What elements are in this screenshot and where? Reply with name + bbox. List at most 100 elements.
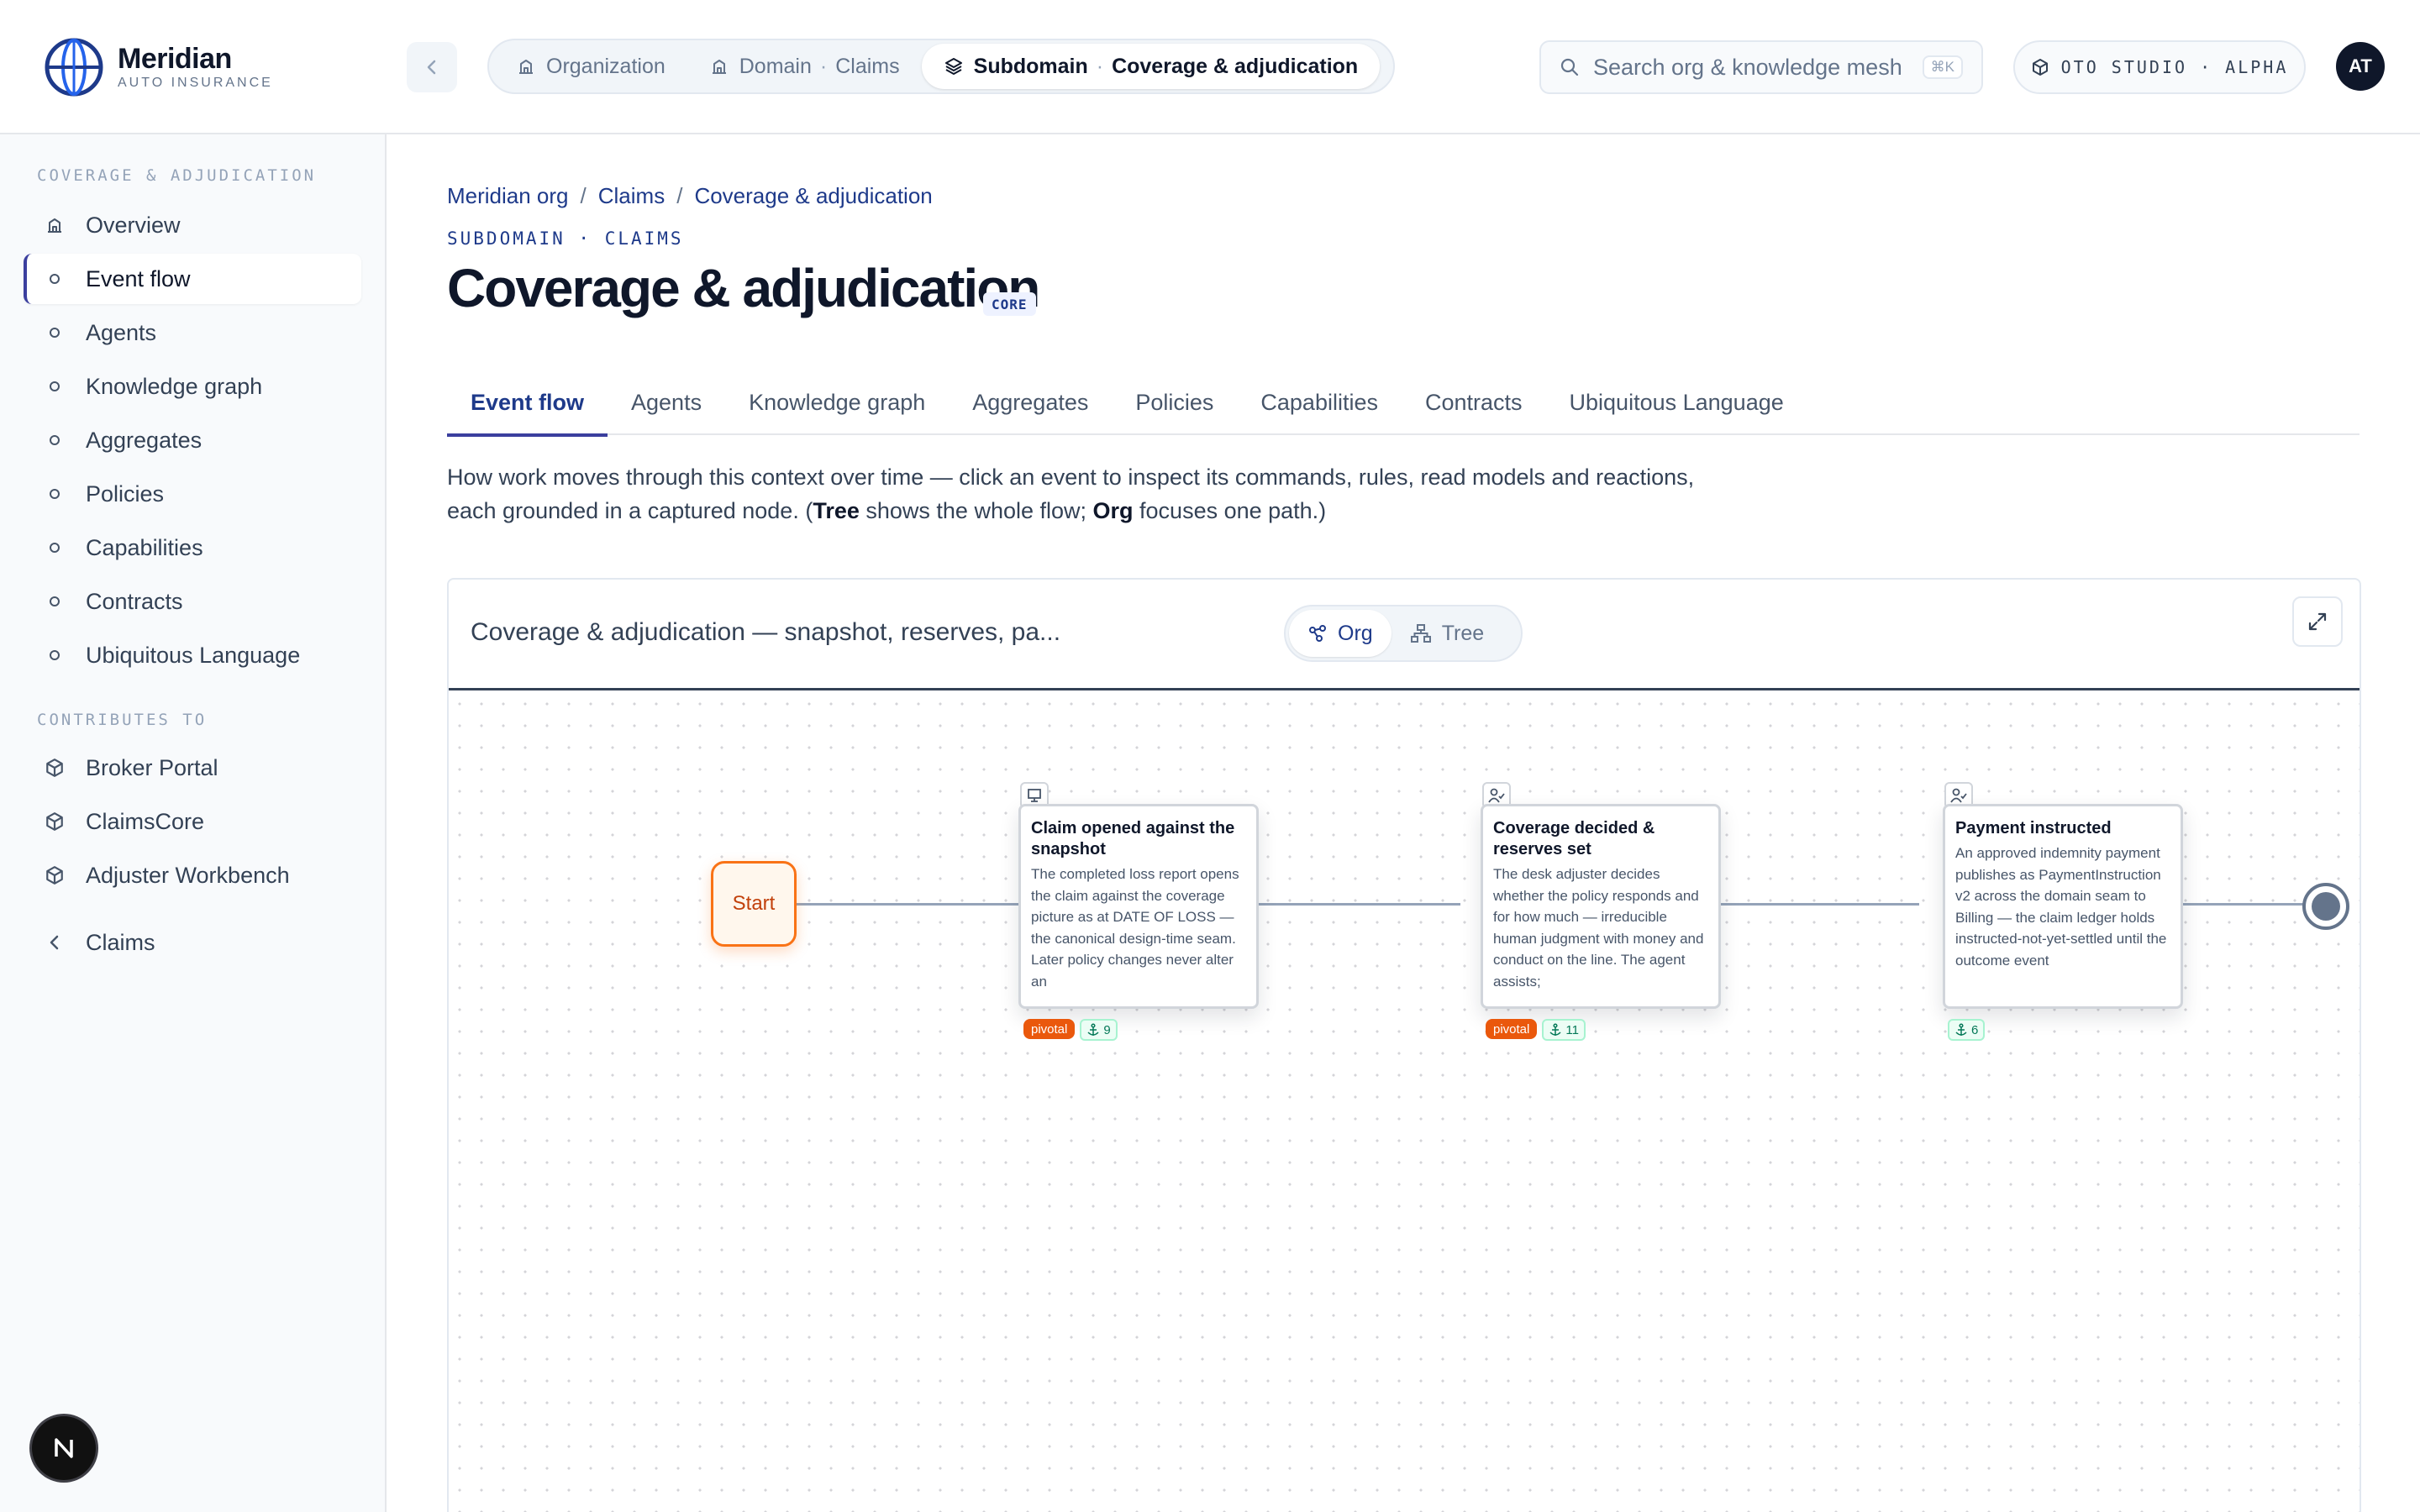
collapse-sidebar-button[interactable] bbox=[407, 42, 457, 92]
circle-icon bbox=[44, 322, 66, 344]
anchor-icon bbox=[1955, 1023, 1967, 1036]
tab-capabilities[interactable]: Capabilities bbox=[1237, 370, 1402, 435]
tab-bar: Event flow Agents Knowledge graph Aggreg… bbox=[447, 370, 2360, 437]
avatar[interactable]: AT bbox=[2336, 42, 2385, 91]
sidebar-item-label: Event flow bbox=[86, 265, 191, 291]
search-placeholder: Search org & knowledge mesh bbox=[1593, 54, 1902, 80]
studio-badge[interactable]: OTO STUDIO · ALPHA bbox=[2013, 40, 2306, 94]
sidebar-item-label: Aggregates bbox=[86, 427, 203, 453]
chevron-left-icon bbox=[44, 932, 66, 953]
tab-knowledge-graph[interactable]: Knowledge graph bbox=[725, 370, 949, 435]
sidebar-item-capabilities[interactable]: Capabilities bbox=[24, 522, 361, 573]
separator: · bbox=[819, 54, 828, 78]
cube-icon bbox=[44, 811, 66, 832]
share-nodes-icon bbox=[1309, 625, 1326, 642]
tab-ubiquitous-language[interactable]: Ubiquitous Language bbox=[1546, 370, 1807, 435]
sidebar-back-link[interactable]: Claims bbox=[24, 917, 361, 968]
sidebar-item-overview[interactable]: Overview bbox=[24, 200, 361, 250]
scope-organization[interactable]: Organization bbox=[494, 44, 687, 89]
breadcrumb-link[interactable]: Coverage & adjudication bbox=[694, 183, 932, 209]
sidebar-item-label: Knowledge graph bbox=[86, 373, 263, 399]
event-tags: pivotal 9 bbox=[1023, 1019, 1118, 1041]
scope-subdomain-label: Subdomain bbox=[973, 54, 1088, 78]
scope-switcher: Organization Domain · Claims Subdomain ·… bbox=[487, 39, 1395, 94]
sidebar-item-ubiquitous-language[interactable]: Ubiquitous Language bbox=[24, 630, 361, 680]
tab-contracts[interactable]: Contracts bbox=[1402, 370, 1546, 435]
building-icon bbox=[519, 60, 533, 74]
top-bar: Meridian AUTO INSURANCE Organization Dom… bbox=[0, 0, 2420, 134]
anchor-count-badge: 11 bbox=[1542, 1019, 1586, 1041]
event-description: An approved indemnity payment publishes … bbox=[1955, 845, 2167, 969]
sidebar-item-label: Policies bbox=[86, 480, 165, 507]
toggle-org-label: Org bbox=[1338, 621, 1373, 645]
event-node[interactable]: Claim opened against the snapshot The co… bbox=[1018, 804, 1259, 1009]
toggle-tree[interactable]: Tree bbox=[1392, 610, 1502, 657]
tab-agents[interactable]: Agents bbox=[608, 370, 725, 435]
globe-logo-icon bbox=[45, 38, 103, 97]
hierarchy-icon bbox=[1410, 624, 1431, 643]
expand-icon bbox=[2308, 612, 2327, 631]
sidebar-section-heading: COVERAGE & ADJUDICATION bbox=[37, 166, 317, 185]
cube-icon bbox=[44, 864, 66, 886]
sidebar-item-label: Contracts bbox=[86, 588, 183, 614]
event-tags: 6 bbox=[1948, 1019, 1986, 1041]
anchor-count-badge: 9 bbox=[1080, 1019, 1118, 1041]
breadcrumb-link[interactable]: Meridian org bbox=[447, 183, 569, 209]
sidebar-item-broker-portal[interactable]: Broker Portal bbox=[24, 743, 361, 793]
scope-domain[interactable]: Domain · Claims bbox=[687, 44, 922, 89]
breadcrumb-link[interactable]: Claims bbox=[598, 183, 665, 209]
anchor-count: 11 bbox=[1565, 1022, 1579, 1037]
flow-edge bbox=[1701, 903, 1919, 906]
sidebar-section-heading: CONTRIBUTES TO bbox=[37, 711, 208, 729]
tab-event-flow[interactable]: Event flow bbox=[447, 370, 608, 437]
next-devtools-icon[interactable] bbox=[32, 1416, 96, 1480]
sidebar-item-claimscore[interactable]: ClaimsCore bbox=[24, 796, 361, 847]
search-input[interactable]: Search org & knowledge mesh ⌘K bbox=[1539, 40, 1983, 94]
sidebar-item-contracts[interactable]: Contracts bbox=[24, 576, 361, 627]
flow-canvas[interactable]: Start Claim opened against the snapshot … bbox=[449, 693, 2360, 1512]
separator: · bbox=[1096, 54, 1104, 78]
breadcrumb-separator: / bbox=[580, 183, 587, 208]
circle-icon bbox=[44, 429, 66, 451]
sidebar-item-agents[interactable]: Agents bbox=[24, 307, 361, 358]
brand[interactable]: Meridian AUTO INSURANCE bbox=[44, 37, 273, 97]
sidebar-item-aggregates[interactable]: Aggregates bbox=[24, 415, 361, 465]
circle-icon bbox=[44, 591, 66, 612]
scope-subdomain-value: Coverage & adjudication bbox=[1112, 54, 1359, 78]
sidebar-item-event-flow[interactable]: Event flow bbox=[24, 254, 361, 304]
scope-subdomain[interactable]: Subdomain · Coverage & adjudication bbox=[921, 44, 1381, 89]
start-node[interactable]: Start bbox=[711, 861, 797, 947]
anchor-icon bbox=[1087, 1023, 1099, 1036]
expand-button[interactable] bbox=[2292, 596, 2343, 647]
pivotal-badge: pivotal bbox=[1023, 1019, 1076, 1039]
studio-label: OTO STUDIO · ALPHA bbox=[2060, 57, 2289, 77]
sidebar-item-knowledge-graph[interactable]: Knowledge graph bbox=[24, 361, 361, 412]
event-node[interactable]: Payment instructed An approved indemnity… bbox=[1943, 804, 2183, 1009]
layers-icon bbox=[944, 58, 962, 75]
search-icon bbox=[1560, 58, 1579, 76]
event-description: The desk adjuster decides whether the po… bbox=[1493, 866, 1704, 990]
sidebar-item-policies[interactable]: Policies bbox=[24, 469, 361, 519]
event-node[interactable]: Coverage decided & reserves set The desk… bbox=[1481, 804, 1721, 1009]
toggle-org[interactable]: Org bbox=[1289, 610, 1392, 657]
status-badge: CORE bbox=[983, 292, 1036, 316]
sidebar-item-adjuster-workbench[interactable]: Adjuster Workbench bbox=[24, 850, 361, 900]
event-flow-panel: Coverage & adjudication — snapshot, rese… bbox=[447, 578, 2361, 1512]
search-shortcut: ⌘K bbox=[1922, 55, 1963, 79]
end-node[interactable] bbox=[2302, 883, 2349, 930]
sidebar-back-label: Claims bbox=[86, 929, 155, 955]
tab-aggregates[interactable]: Aggregates bbox=[949, 370, 1112, 435]
event-title: Claim opened against the snapshot bbox=[1031, 819, 1235, 858]
cube-icon bbox=[2032, 59, 2048, 76]
sidebar-item-label: Ubiquitous Language bbox=[86, 642, 301, 668]
anchor-count: 6 bbox=[1971, 1022, 1979, 1037]
tab-policies[interactable]: Policies bbox=[1112, 370, 1237, 435]
circle-icon bbox=[44, 483, 66, 505]
event-tags: pivotal 11 bbox=[1486, 1019, 1586, 1041]
circle-icon bbox=[44, 644, 66, 666]
page-kicker: SUBDOMAIN · CLAIMS bbox=[447, 228, 684, 249]
building-icon bbox=[44, 214, 66, 236]
event-description: The completed loss report opens the clai… bbox=[1031, 866, 1239, 990]
flow-edge bbox=[2163, 903, 2304, 906]
brand-subtitle: AUTO INSURANCE bbox=[118, 76, 273, 90]
